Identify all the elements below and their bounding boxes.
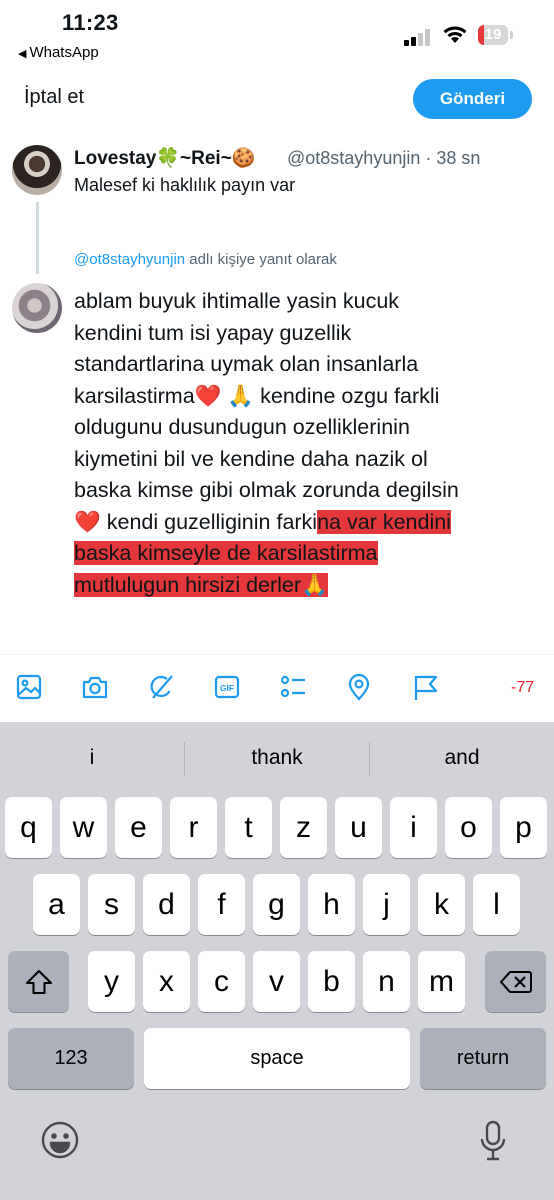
key-w[interactable]: w: [60, 797, 107, 858]
compose-highlighted-overflow: mutlulugun hirsizi derler🙏: [74, 572, 328, 597]
suggestion-3[interactable]: and: [370, 722, 554, 794]
compose-line: mutlulugun hirsizi derler🙏: [74, 570, 544, 602]
microphone-icon[interactable]: [480, 1120, 506, 1167]
compose-line: kendini tum isi yapay guzellik: [74, 318, 544, 350]
key-c[interactable]: c: [198, 951, 245, 1012]
emoji-icon[interactable]: [40, 1120, 80, 1165]
key-b[interactable]: b: [308, 951, 355, 1012]
gif-icon[interactable]: GIF: [213, 673, 241, 701]
back-triangle-icon: ◀: [18, 48, 27, 60]
compose-line: kiymetini bil ve kendine daha nazik ol: [74, 444, 544, 476]
compose-highlighted-overflow: na var kendini: [317, 509, 451, 534]
reply-mention-link[interactable]: @ot8stayhyunjin: [74, 251, 185, 268]
compose-line: baska kimseyle de karsilastirma: [74, 538, 544, 570]
camera-icon[interactable]: [81, 673, 109, 701]
key-z[interactable]: z: [280, 797, 327, 858]
numbers-key[interactable]: 123: [8, 1028, 134, 1089]
compose-line-text: oldugunu dusundugun ozelliklerinin: [74, 415, 410, 439]
key-n[interactable]: n: [363, 951, 410, 1012]
suggestion-1[interactable]: i: [0, 722, 184, 794]
key-t[interactable]: t: [225, 797, 272, 858]
original-author-name: Lovestay🍀~Rei~🍪: [74, 148, 256, 169]
cancel-button[interactable]: İptal et: [24, 86, 84, 109]
compose-line: karsilastirma❤️ 🙏 kendine ozgu farkli: [74, 381, 544, 413]
battery-icon: 19: [478, 25, 514, 45]
back-app-label: WhatsApp: [29, 44, 99, 61]
compose-line-text: karsilastirma❤️ 🙏 kendine ozgu farkli: [74, 383, 440, 408]
key-p[interactable]: p: [500, 797, 547, 858]
compose-line-text: ❤️ kendi guzelliginin farki: [74, 509, 318, 534]
delete-key[interactable]: [485, 951, 546, 1012]
compose-line: ablam buyuk ihtimalle yasin kucuk: [74, 286, 544, 318]
image-icon[interactable]: [15, 673, 43, 701]
key-v[interactable]: v: [253, 951, 300, 1012]
cellular-signal-icon: [404, 28, 434, 46]
user-avatar: [12, 283, 62, 333]
compose-toolbar: GIF: [0, 654, 554, 723]
key-q[interactable]: q: [5, 797, 52, 858]
key-j[interactable]: j: [363, 874, 410, 935]
thread-line: [36, 202, 39, 274]
key-s[interactable]: s: [88, 874, 135, 935]
key-e[interactable]: e: [115, 797, 162, 858]
key-f[interactable]: f: [198, 874, 245, 935]
key-m[interactable]: m: [418, 951, 465, 1012]
key-g[interactable]: g: [253, 874, 300, 935]
key-u[interactable]: u: [335, 797, 382, 858]
flag-icon[interactable]: [412, 673, 440, 701]
shift-key[interactable]: [8, 951, 69, 1012]
original-author-handle-time: @ot8stayhyunjin · 38 sn: [287, 148, 481, 168]
key-d[interactable]: d: [143, 874, 190, 935]
back-to-app-link[interactable]: ◀ WhatsApp: [18, 44, 99, 61]
key-i[interactable]: i: [390, 797, 437, 858]
grok-icon[interactable]: [147, 673, 175, 701]
battery-level: 19: [484, 26, 502, 43]
compose-line: standartlarina uymak olan insanlarla: [74, 349, 544, 381]
key-a[interactable]: a: [33, 874, 80, 935]
compose-line: oldugunu dusundugun ozelliklerinin: [74, 412, 544, 444]
compose-line: baska kimse gibi olmak zorunda degilsin: [74, 475, 544, 507]
key-l[interactable]: l: [473, 874, 520, 935]
status-time: 11:23: [62, 10, 119, 35]
key-o[interactable]: o: [445, 797, 492, 858]
reply-context: @ot8stayhyunjin adlı kişiye yanıt olarak: [74, 251, 337, 268]
wifi-icon: [442, 24, 468, 49]
compose-highlighted-overflow: baska kimseyle de karsilastirma: [74, 541, 378, 565]
key-k[interactable]: k: [418, 874, 465, 935]
suggestion-2[interactable]: thank: [185, 722, 369, 794]
shift-icon: [25, 969, 52, 994]
compose-line-text: kendini tum isi yapay guzellik: [74, 320, 352, 345]
character-count: -77: [511, 679, 535, 696]
location-icon[interactable]: [345, 673, 373, 701]
key-h[interactable]: h: [308, 874, 355, 935]
keyboard: i thank and 123 space return qwertzuiopa…: [0, 722, 554, 1200]
reply-compose-textarea[interactable]: ablam buyuk ihtimalle yasin kucuk kendini…: [74, 286, 544, 601]
compose-line-text: baska kimse gibi olmak zorunda degilsin: [74, 478, 459, 502]
poll-icon[interactable]: [279, 673, 307, 701]
space-key[interactable]: space: [144, 1028, 410, 1089]
key-y[interactable]: y: [88, 951, 135, 1012]
key-r[interactable]: r: [170, 797, 217, 858]
original-author-avatar: [12, 145, 62, 195]
key-x[interactable]: x: [143, 951, 190, 1012]
compose-line-text: ablam buyuk ihtimalle yasin kucuk: [74, 289, 400, 313]
compose-line: ❤️ kendi guzelliginin farkina var kendin…: [74, 507, 544, 539]
return-key[interactable]: return: [420, 1028, 546, 1089]
post-button[interactable]: Gönderi: [413, 79, 532, 119]
reply-context-suffix: adlı kişiye yanıt olarak: [185, 251, 337, 268]
original-tweet-text: Malesef ki haklılık payın var: [74, 175, 296, 195]
compose-line-text: standartlarina uymak olan insanlarla: [74, 352, 419, 376]
backspace-icon: [499, 970, 532, 993]
compose-line-text: kiymetini bil ve kendine daha nazik ol: [74, 446, 428, 471]
svg-text:GIF: GIF: [220, 683, 234, 693]
